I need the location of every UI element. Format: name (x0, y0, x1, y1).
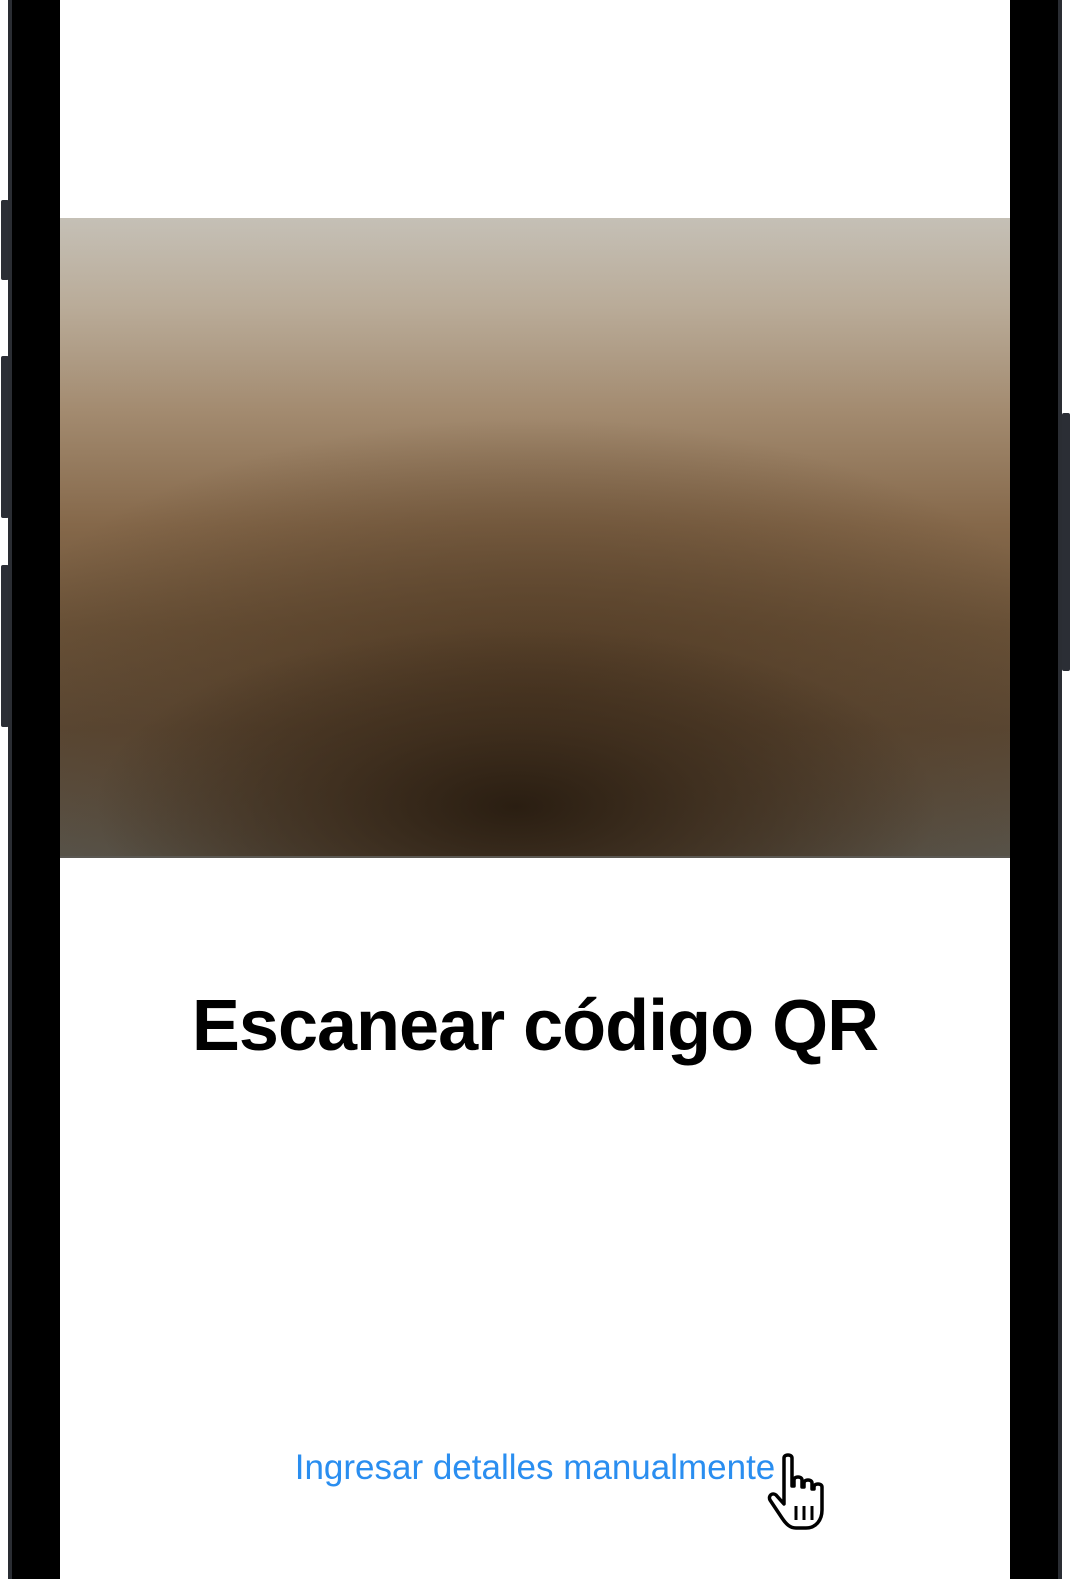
power-button (1062, 413, 1070, 671)
hand-pointer-icon (767, 1453, 824, 1530)
phone-device: Escanear código QR Ingresar detalles man… (0, 0, 1076, 1579)
camera-viewfinder (60, 218, 1010, 858)
enter-details-manually-link[interactable]: Ingresar detalles manualmente (60, 1448, 1010, 1488)
bezel-left-edge (8, 0, 12, 1579)
app-screen: Escanear código QR Ingresar detalles man… (60, 0, 1010, 1579)
bezel-left (8, 0, 60, 1579)
bezel-right (1010, 0, 1062, 1579)
bezel-right-edge (1058, 0, 1062, 1579)
page-title: Escanear código QR (191, 986, 879, 1066)
